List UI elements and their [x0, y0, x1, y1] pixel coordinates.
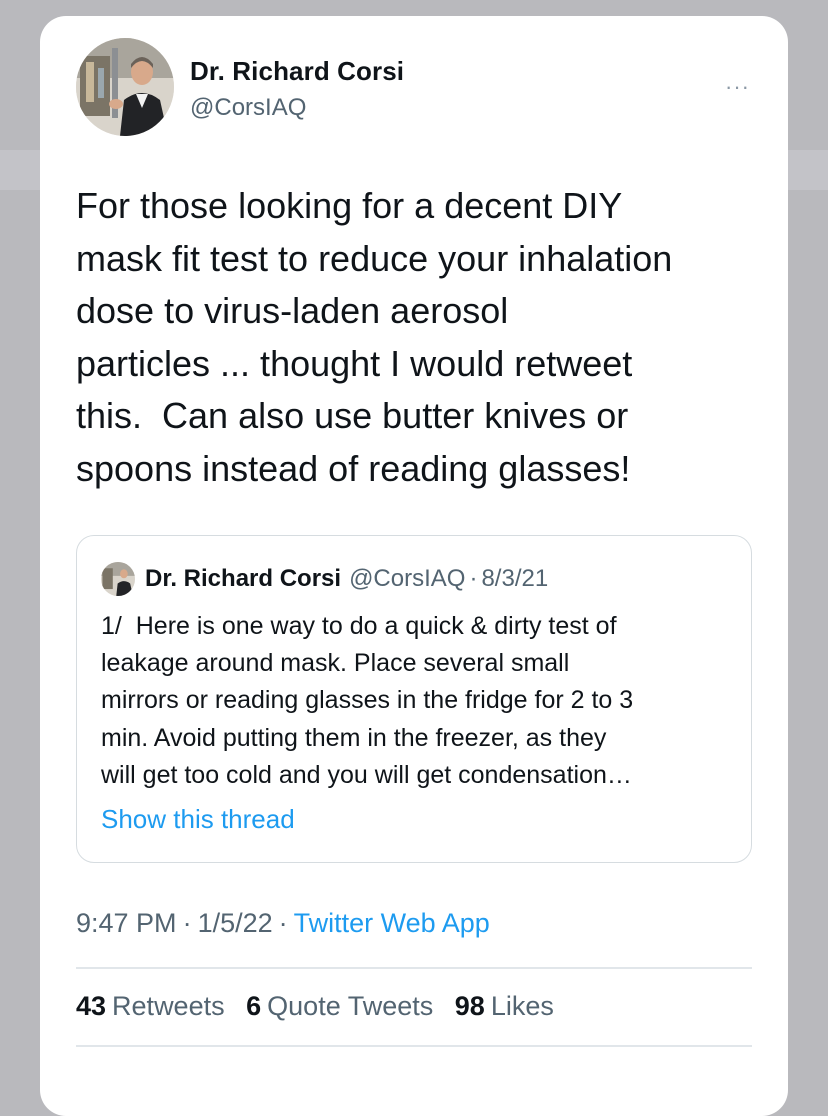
- author-handle[interactable]: @CorsIAQ: [190, 94, 306, 122]
- quoted-author-avatar[interactable]: [101, 562, 135, 596]
- quoted-tweet-text: 1/ Here is one way to do a quick & dirty…: [101, 612, 634, 789]
- quote-tweets-stat[interactable]: 6 Quote Tweets: [246, 991, 433, 1021]
- avatar-photo-icon: [76, 38, 174, 136]
- tweet-time[interactable]: 9:47 PM: [76, 908, 177, 938]
- author-avatar[interactable]: [76, 38, 174, 136]
- quoted-tweet[interactable]: Dr. Richard Corsi @CorsIAQ · 8/3/21 1/ H…: [76, 535, 752, 863]
- quote-tweets-label: Quote Tweets: [267, 991, 434, 1021]
- more-options-icon[interactable]: ···: [725, 76, 750, 98]
- quote-tweets-count: 6: [246, 991, 262, 1021]
- meta-separator: ·: [182, 908, 192, 938]
- quoted-author-handle: @CorsIAQ: [349, 565, 466, 592]
- likes-stat[interactable]: 98 Likes: [455, 991, 554, 1021]
- retweets-label: Retweets: [112, 991, 225, 1021]
- tweet-header: Dr. Richard Corsi @CorsIAQ ···: [76, 38, 760, 138]
- tweet-card: Dr. Richard Corsi @CorsIAQ ··· For those…: [40, 16, 788, 1116]
- likes-label: Likes: [490, 991, 554, 1021]
- meta-separator: ·: [278, 908, 288, 938]
- tweet-source-link[interactable]: Twitter Web App: [294, 908, 490, 938]
- quoted-author-name: Dr. Richard Corsi: [145, 565, 342, 592]
- tweet-date[interactable]: 1/5/22: [198, 908, 273, 938]
- show-thread-link[interactable]: Show this thread: [101, 804, 295, 835]
- retweets-stat[interactable]: 43 Retweets: [76, 991, 225, 1021]
- tweet-metadata: 9:47 PM · 1/5/22 · Twitter Web App: [76, 908, 490, 939]
- quoted-date[interactable]: 8/3/21: [481, 565, 548, 593]
- tweet-stats: 43 Retweets 6 Quote Tweets 98 Likes: [76, 991, 568, 1022]
- divider: [76, 1045, 752, 1047]
- author-name[interactable]: Dr. Richard Corsi: [190, 56, 404, 87]
- avatar-photo-icon: [101, 562, 135, 596]
- likes-count: 98: [454, 991, 485, 1021]
- quoted-separator: ·: [469, 565, 478, 592]
- quoted-tweet-header: Dr. Richard Corsi @CorsIAQ · 8/3/21: [101, 562, 548, 596]
- divider: [76, 967, 752, 969]
- tweet-text: For those looking for a decent DIY mask …: [76, 185, 673, 489]
- retweets-count: 43: [76, 991, 107, 1021]
